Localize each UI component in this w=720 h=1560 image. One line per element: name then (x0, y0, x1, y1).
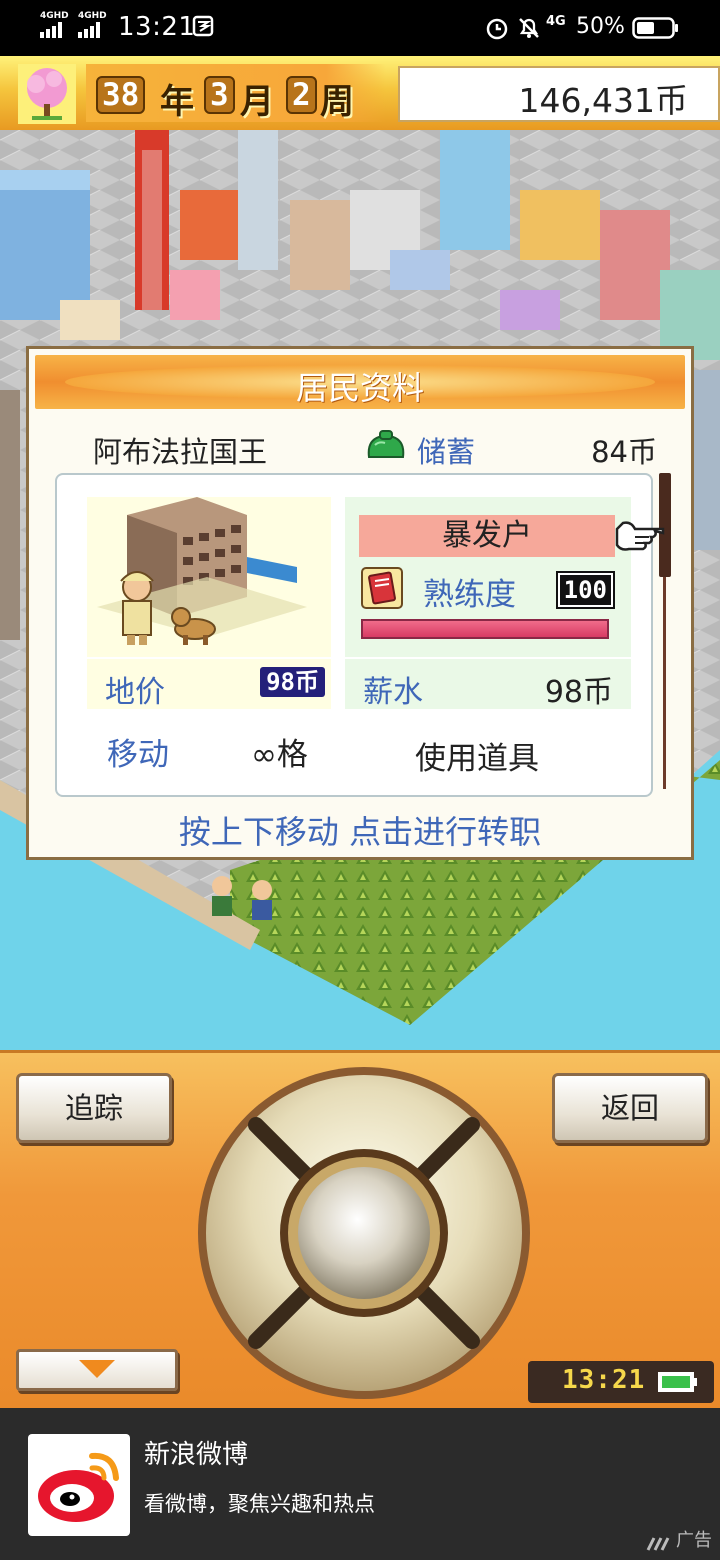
weibo-logo (28, 1434, 130, 1536)
salary-label: 薪水 (363, 675, 423, 710)
track-button[interactable]: 追踪 (16, 1073, 172, 1143)
resident-info-dialog: 居民资料 阿布法拉国王 储蓄 84币 地价 98币 暴发户 熟练度 100 薪水… (26, 346, 694, 860)
signal-icon-1 (40, 22, 62, 38)
salary-row: 薪水 98币 (345, 659, 631, 710)
date-month: 3 (204, 76, 235, 114)
savings-value: 84币 (591, 435, 657, 469)
cherry-tree-icon (18, 64, 76, 124)
battery-icon (632, 17, 678, 39)
date-week-unit: 周 (320, 82, 354, 122)
money-amount: 146,431币 (518, 81, 688, 120)
house-and-resident-illustration (97, 497, 307, 645)
app-notification-icon (192, 15, 214, 37)
use-item-button[interactable]: 使用道具 (415, 733, 539, 778)
date-year-unit: 年 (160, 82, 194, 122)
skill-progress-bar (361, 619, 609, 639)
resident-portrait (87, 497, 331, 657)
resident-detail-panel: 地价 98币 暴发户 熟练度 100 薪水 98币 移动 ∞格 使用道具 (55, 473, 653, 797)
network-label-2: 4GHD (78, 11, 107, 21)
job-panel: 暴发户 熟练度 100 (345, 497, 631, 657)
pointing-hand-icon (615, 521, 665, 551)
network-label-1: 4GHD (40, 11, 69, 21)
skill-progress-fill (363, 621, 607, 637)
dialog-header: 居民资料 (35, 355, 685, 409)
coin-purse-icon (367, 430, 405, 458)
game-clock-time: 13:21 (562, 1365, 646, 1395)
job-title[interactable]: 暴发户 (359, 515, 615, 557)
game-clock: 13:21 (528, 1361, 714, 1403)
resident-name: 阿布法拉国王 (93, 435, 268, 469)
game-battery-icon (658, 1372, 697, 1392)
ad-description: 看微博，聚焦兴趣和热点 (144, 1492, 375, 1516)
menu-toggle-button[interactable] (16, 1349, 178, 1391)
signal-icon-2 (78, 22, 100, 38)
game-top-bar: 38 年 3 月 2 周 146,431币 (0, 56, 720, 133)
date-year: 38 (96, 76, 146, 114)
move-label: 移动 (107, 737, 169, 773)
savings-label: 储蓄 (417, 435, 476, 469)
skill-book-icon (361, 567, 403, 609)
salary-value: 98币 (544, 675, 613, 710)
game-date: 38 年 3 月 2 周 (86, 64, 386, 122)
status-bar: 4GHD 4GHD 13:21 4G 50% (0, 0, 720, 56)
status-time: 13:21 (118, 12, 196, 42)
ad-title: 新浪微博 (144, 1440, 249, 1470)
back-button[interactable]: 返回 (552, 1073, 708, 1143)
silent-bell-icon (519, 18, 539, 38)
land-price-label: 地价 (105, 675, 165, 710)
ad-label: 广告 (676, 1530, 712, 1551)
land-price-value: 98币 (260, 667, 325, 697)
alarm-icon (486, 18, 508, 40)
date-week: 2 (286, 76, 317, 114)
dialog-hint: 按上下移动 点击进行转职 (178, 813, 542, 851)
triangle-down-icon (79, 1360, 115, 1378)
directional-pad[interactable] (196, 1065, 532, 1401)
weibo-logo-icon (38, 1452, 119, 1522)
date-month-unit: 月 (240, 82, 274, 122)
ad-source-icon (646, 1537, 670, 1551)
money-display: 146,431币 (398, 66, 720, 122)
ad-banner[interactable]: 新浪微博 看微博，聚焦兴趣和热点 广告 (0, 1408, 720, 1560)
dialog-title: 居民资料 (295, 369, 424, 407)
battery-percent: 50% (576, 14, 625, 39)
skill-label: 熟练度 (423, 577, 516, 613)
skill-value: 100 (555, 571, 616, 609)
game-controller: 追踪 返回 13:21 (0, 1050, 720, 1411)
move-value: ∞格 (251, 737, 308, 773)
land-price-row: 地价 98币 (87, 659, 331, 710)
data-type-label: 4G (546, 14, 566, 29)
